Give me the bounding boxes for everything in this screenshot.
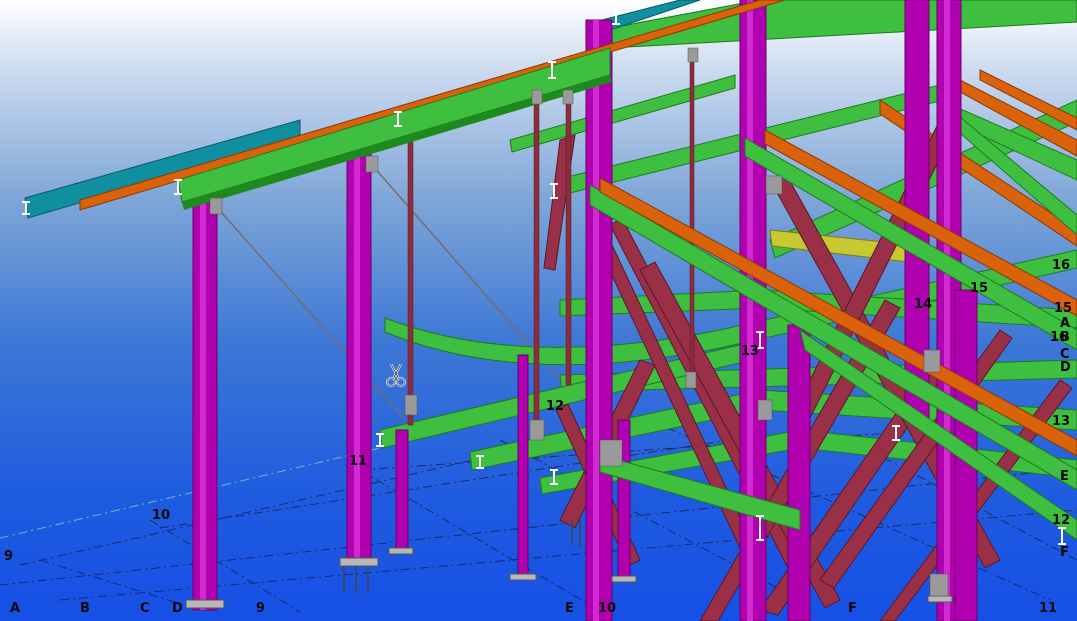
grid-label-16-right-small: 16 (1050, 330, 1069, 345)
anchor-bolts (343, 520, 581, 594)
grid-label-15-mid: 15 (970, 281, 989, 296)
grid-label-12-mid: 12 (546, 399, 565, 414)
grid-label-b-bottom: B (80, 601, 90, 616)
grid-label-d-right: D (1060, 360, 1071, 375)
grid-label-a-right: A (1060, 316, 1071, 331)
grid-label-f-right: F (1060, 545, 1069, 560)
grid-label-13-mid: 13 (741, 344, 760, 359)
grid-label-11-mid: 11 (349, 454, 368, 469)
grid-label-15-right: 15 (1054, 301, 1073, 316)
grid-label-d-bottom: D (172, 601, 183, 616)
scissors-icon (386, 363, 406, 387)
grid-label-f-bottom: F (848, 601, 857, 616)
grid-label-14-mid: 14 (914, 297, 933, 312)
grid-label-12-right: 12 (1052, 513, 1071, 528)
grid-label-11-bottom: 11 (1039, 601, 1058, 616)
grid-label-16-right: 16 (1052, 258, 1071, 273)
grid-label-e-right: E (1060, 469, 1069, 484)
3d-model-viewport[interactable]: A B C D E F 9 9 10 10 11 11 12 13 14 15 … (0, 0, 1077, 621)
grid-label-9-bottom: 9 (256, 601, 266, 616)
grid-label-9-left: 9 (4, 549, 14, 564)
grid-label-c-bottom: C (140, 601, 150, 616)
grid-label-10-mid: 10 (152, 508, 171, 523)
grid-label-10-bottom: 10 (598, 601, 617, 616)
grid-label-13-right: 13 (1052, 414, 1071, 429)
grid-label-a-bottom: A (10, 601, 21, 616)
grid-label-e-bottom: E (565, 601, 574, 616)
